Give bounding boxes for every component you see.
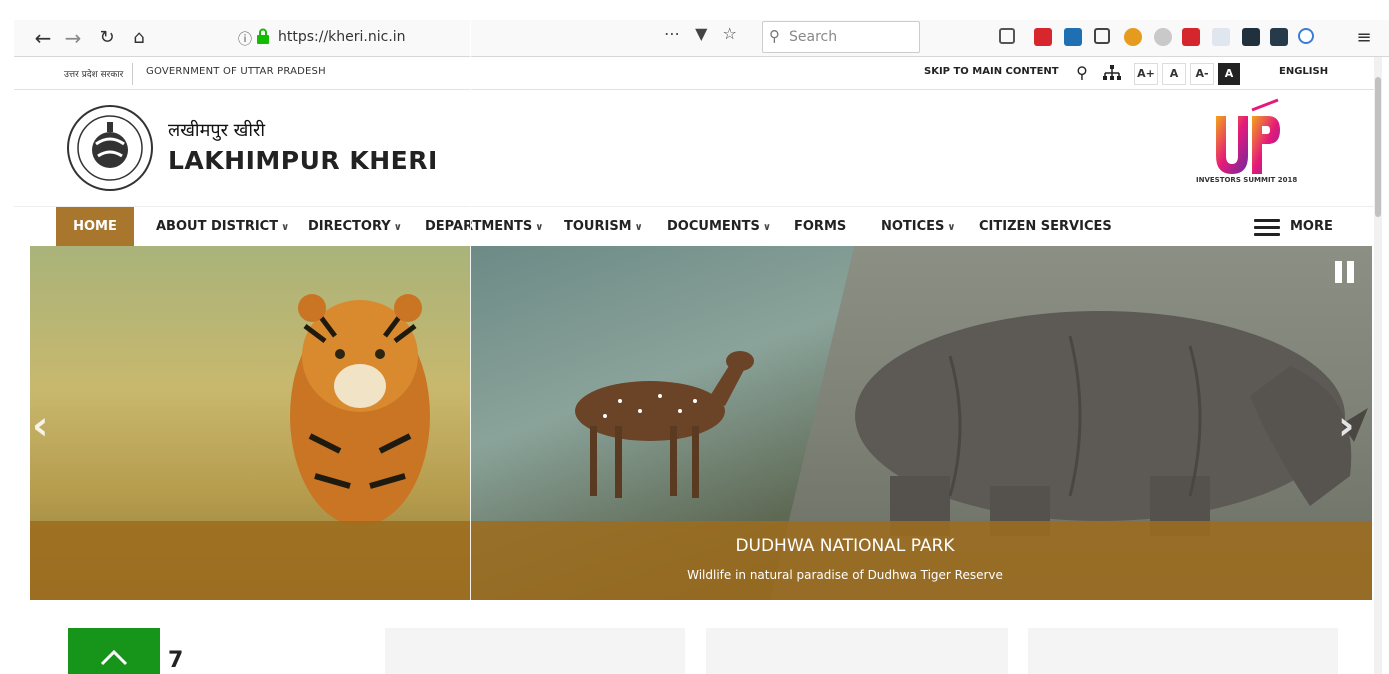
overlay-divider-line: [470, 0, 471, 600]
skip-to-main-link[interactable]: SKIP TO MAIN CONTENT: [924, 66, 1059, 77]
sitemap-icon[interactable]: [1102, 65, 1122, 81]
site-header: लखीमपुर खीरी LAKHIMPUR KHERI INVESTORS S…: [14, 90, 1374, 205]
chevron-down-icon: ∨: [393, 222, 402, 233]
reader-icon[interactable]: [1094, 28, 1110, 44]
slide-title: DUDHWA NATIONAL PARK: [30, 536, 1360, 556]
browser-toolbar: ← → ↻ ⌂ ⓘ https://kheri.nic.in ⋯ ▼ ☆ ⚲ S…: [14, 20, 1389, 57]
nav-notices-label: NOTICES: [881, 219, 945, 234]
gov-top-bar: उत्तर प्रदेश सरकार GOVERNMENT OF UTTAR P…: [14, 57, 1374, 90]
nav-directory-label: DIRECTORY: [308, 219, 391, 234]
slider-next-arrow-icon[interactable]: ›: [1338, 406, 1354, 446]
reload-icon[interactable]: ↻: [96, 24, 118, 52]
nav-departments-label: DEPARTMENTS: [425, 219, 533, 234]
language-link[interactable]: ENGLISH: [1279, 66, 1328, 77]
nav-more[interactable]: MORE: [1290, 207, 1333, 247]
slider-prev-arrow-icon[interactable]: ‹: [32, 406, 48, 446]
hero-slider[interactable]: DUDHWA NATIONAL PARK Wildlife in natural…: [30, 246, 1372, 600]
content-card[interactable]: [706, 628, 1008, 674]
lock-icon: [257, 28, 269, 44]
extension-flag-icon[interactable]: [1034, 28, 1052, 46]
nav-home[interactable]: HOME: [56, 207, 134, 247]
nav-citizen-services[interactable]: CITIZEN SERVICES: [979, 207, 1112, 247]
hamburger-menu-icon[interactable]: [1254, 219, 1280, 236]
extension-cloud-icon[interactable]: [1154, 28, 1172, 46]
more-actions-icon[interactable]: ⋯: [664, 24, 680, 43]
chevron-down-icon: ∨: [947, 222, 956, 233]
library-icon[interactable]: [999, 28, 1015, 44]
slider-pause-icon[interactable]: [1335, 261, 1355, 283]
up-government-emblem[interactable]: [66, 104, 154, 192]
extension-face-icon[interactable]: [1124, 28, 1142, 46]
bookmark-star-icon[interactable]: ☆: [723, 24, 737, 43]
nav-about-district[interactable]: ABOUT DISTRICT ∨: [156, 207, 289, 247]
nav-directory[interactable]: DIRECTORY ∨: [308, 207, 402, 247]
gov-hindi-label[interactable]: उत्तर प्रदेश सरकार: [64, 67, 123, 80]
nav-home-label: HOME: [73, 219, 117, 234]
content-card[interactable]: [385, 628, 685, 674]
home-tile[interactable]: [68, 628, 160, 674]
back-arrow-icon[interactable]: ←: [30, 24, 56, 52]
slide-caption-band: [30, 521, 1372, 600]
page: ← → ↻ ⌂ ⓘ https://kheri.nic.in ⋯ ▼ ☆ ⚲ S…: [0, 0, 1389, 674]
nav-forms[interactable]: FORMS: [794, 207, 846, 247]
main-nav: HOME ABOUT DISTRICT ∨ DIRECTORY ∨ DEPARTME…: [14, 206, 1374, 247]
extension-news-icon[interactable]: [1064, 28, 1082, 46]
menu-hamburger-icon[interactable]: ≡: [1354, 24, 1374, 52]
chevron-down-icon: ∨: [535, 222, 544, 233]
nav-forms-label: FORMS: [794, 219, 847, 234]
browser-search-box[interactable]: ⚲ Search: [762, 21, 920, 53]
nav-tourism-label: TOURISM: [564, 219, 632, 234]
nav-citizen-services-label: CITIZEN SERVICES: [979, 219, 1112, 234]
search-placeholder: Search: [789, 29, 838, 45]
chevron-down-icon: ∨: [762, 222, 771, 233]
tile-digit: 7: [168, 648, 184, 673]
house-icon: [100, 649, 128, 666]
slide-subtitle: Wildlife in natural paradise of Dudhwa T…: [30, 568, 1360, 582]
pocket-icon[interactable]: ▼: [695, 24, 707, 43]
nav-tourism[interactable]: TOURISM ∨: [564, 207, 643, 247]
nav-documents-label: DOCUMENTS: [667, 219, 760, 234]
extension-blue-icon[interactable]: [1298, 28, 1314, 44]
forward-arrow-icon[interactable]: →: [62, 24, 84, 52]
scrollbar-thumb[interactable]: [1375, 77, 1381, 217]
home-icon[interactable]: ⌂: [128, 24, 150, 52]
page-actions-icon[interactable]: ⋯ ▼ ☆: [664, 24, 737, 43]
slide-title-text: DUDHWA NATIONAL PARK: [735, 536, 955, 556]
nav-notices[interactable]: NOTICES ∨: [881, 207, 956, 247]
site-title-english[interactable]: LAKHIMPUR KHERI: [168, 146, 438, 175]
content-card[interactable]: [1028, 628, 1338, 674]
site-search-icon[interactable]: ⚲: [1072, 63, 1092, 83]
font-increase-button[interactable]: A+: [1134, 63, 1158, 85]
high-contrast-button[interactable]: A: [1218, 63, 1240, 85]
gov-english-label[interactable]: GOVERNMENT OF UTTAR PRADESH: [146, 66, 326, 77]
slide-subtitle-text: Wildlife in natural paradise of Dudhwa T…: [687, 568, 1003, 582]
info-icon[interactable]: ⓘ: [238, 29, 252, 49]
nav-departments[interactable]: DEPARTMENTS ∨: [425, 207, 543, 247]
nav-documents[interactable]: DOCUMENTS ∨: [667, 207, 771, 247]
extension-red-icon[interactable]: [1182, 28, 1200, 46]
page-scrollbar[interactable]: [1374, 57, 1382, 674]
chevron-down-icon: ∨: [634, 222, 643, 233]
up-investors-summit-logo[interactable]: [1194, 98, 1294, 188]
nav-about-district-label: ABOUT DISTRICT: [156, 219, 279, 234]
extension-save-icon[interactable]: [1270, 28, 1288, 46]
extension-doc-icon[interactable]: [1212, 28, 1230, 46]
search-icon: ⚲: [769, 27, 780, 45]
divider: [132, 63, 133, 85]
site-title-hindi[interactable]: लखीमपुर खीरी: [168, 118, 265, 142]
chevron-down-icon: ∨: [281, 222, 290, 233]
summit-caption: INVESTORS SUMMIT 2018: [1196, 176, 1298, 184]
font-decrease-button[interactable]: A-: [1190, 63, 1214, 85]
extension-dark-icon[interactable]: [1242, 28, 1260, 46]
font-normal-button[interactable]: A: [1162, 63, 1186, 85]
url-text[interactable]: https://kheri.nic.in: [278, 29, 406, 45]
